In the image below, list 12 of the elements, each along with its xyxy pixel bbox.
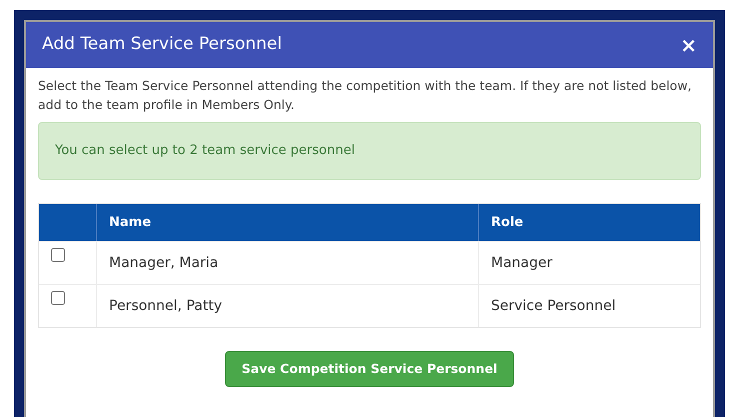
table-cell-text: Service Personnel <box>490 296 617 316</box>
close-button[interactable]: × <box>680 35 697 55</box>
header-cell: Name <box>97 204 479 241</box>
row-checkbox[interactable] <box>51 248 65 262</box>
table-cell: Personnel, Patty <box>97 285 479 327</box>
table-cell: Manager, Maria <box>97 242 479 284</box>
header-cell-text: Role <box>490 214 524 232</box>
table-cell-text: Manager <box>490 254 554 272</box>
notice-banner: You can select up to 2 team service personnel <box>38 122 701 180</box>
dialog-title: Add Team Service Personnel <box>42 33 282 56</box>
row-checkbox[interactable] <box>51 291 65 305</box>
description-text: Select the Team Service Personnel attending the competition with the team. If they are not listed below, add to the team profile in Members Only. <box>38 77 693 114</box>
